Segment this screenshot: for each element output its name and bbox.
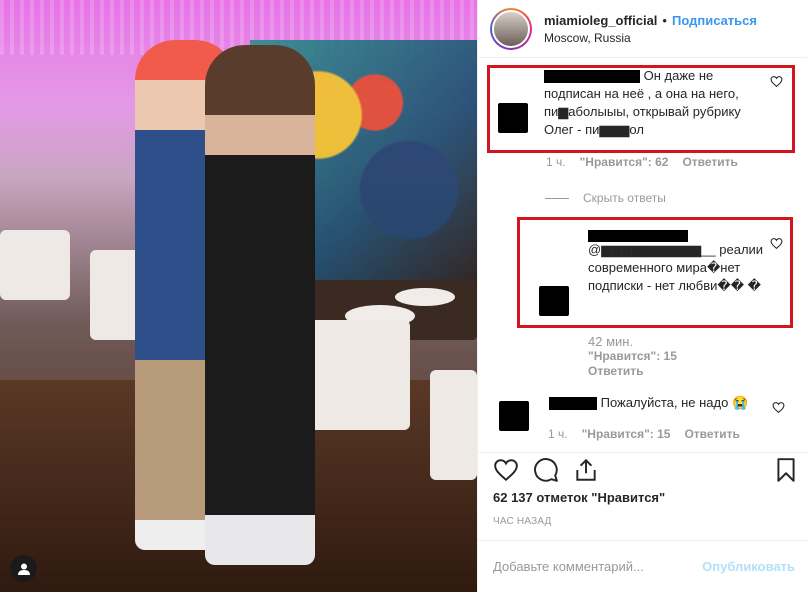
publish-button[interactable]: Опубликовать (702, 559, 795, 574)
share-icon[interactable] (573, 457, 599, 483)
heart-icon[interactable] (770, 75, 783, 88)
comment-form: Опубликовать (477, 540, 807, 592)
post-actions (477, 452, 807, 486)
hide-replies-button[interactable]: Скрыть ответы (545, 191, 666, 205)
heart-icon[interactable] (493, 457, 519, 483)
location-link[interactable]: Moscow, Russia (544, 31, 757, 45)
post-time[interactable]: ЧАС НАЗАД (493, 516, 552, 527)
reply-button[interactable]: Ответить (684, 427, 739, 441)
chair (430, 370, 477, 480)
comment-meta: 1 ч. "Нравится": 15 Ответить (548, 427, 740, 441)
bookmark-icon[interactable] (773, 457, 799, 483)
separator-dot: • (662, 12, 667, 28)
comment-text: Пожалуйста, не надо 😭 (549, 394, 764, 412)
comment-text: Он даже не подписан на неё , а она на не… (544, 68, 741, 137)
avatar[interactable] (490, 7, 532, 50)
comment-time[interactable]: 1 ч. (546, 155, 566, 169)
comment-likes[interactable]: "Нравится": 62 (580, 155, 669, 169)
mention-link[interactable]: @▆▆▆▆▆▆▆▆▆▆__ (588, 242, 716, 257)
follow-button[interactable]: Подписаться (672, 13, 757, 28)
comment-time[interactable]: 42 мин. (588, 334, 677, 349)
plate (395, 288, 455, 306)
chair (0, 230, 70, 300)
username-link[interactable]: miamioleg_official (544, 13, 657, 28)
reply-button[interactable]: Ответить (588, 364, 677, 379)
avatar[interactable] (539, 286, 569, 316)
comment-likes[interactable]: "Нравится": 15 (582, 427, 671, 441)
user-tag-icon[interactable] (10, 555, 37, 582)
comment-input[interactable] (493, 559, 693, 574)
comment-icon[interactable] (533, 457, 559, 483)
comment-time[interactable]: 1 ч. (548, 427, 568, 441)
post-header: miamioleg_official • Подписаться Moscow,… (478, 0, 807, 58)
comment-meta: 42 мин. "Нравится": 15 Ответить (588, 334, 677, 379)
redacted-username[interactable] (549, 397, 597, 411)
divider-line (545, 197, 569, 199)
comment-meta: 1 ч. "Нравится": 62 Ответить (546, 155, 738, 169)
redacted-username[interactable] (544, 70, 640, 84)
heart-icon[interactable] (772, 401, 785, 414)
person-woman (205, 45, 315, 565)
heart-icon[interactable] (770, 237, 783, 250)
likes-count[interactable]: 62 137 отметок "Нравится" (493, 490, 665, 505)
comment-text: @▆▆▆▆▆▆▆▆▆▆__ реалии современного мира�н… (588, 242, 764, 293)
avatar[interactable] (498, 103, 528, 133)
reply-button[interactable]: Ответить (682, 155, 737, 169)
post-photo[interactable] (0, 0, 477, 592)
avatar[interactable] (499, 401, 529, 431)
comment-likes[interactable]: "Нравится": 15 (588, 349, 677, 364)
